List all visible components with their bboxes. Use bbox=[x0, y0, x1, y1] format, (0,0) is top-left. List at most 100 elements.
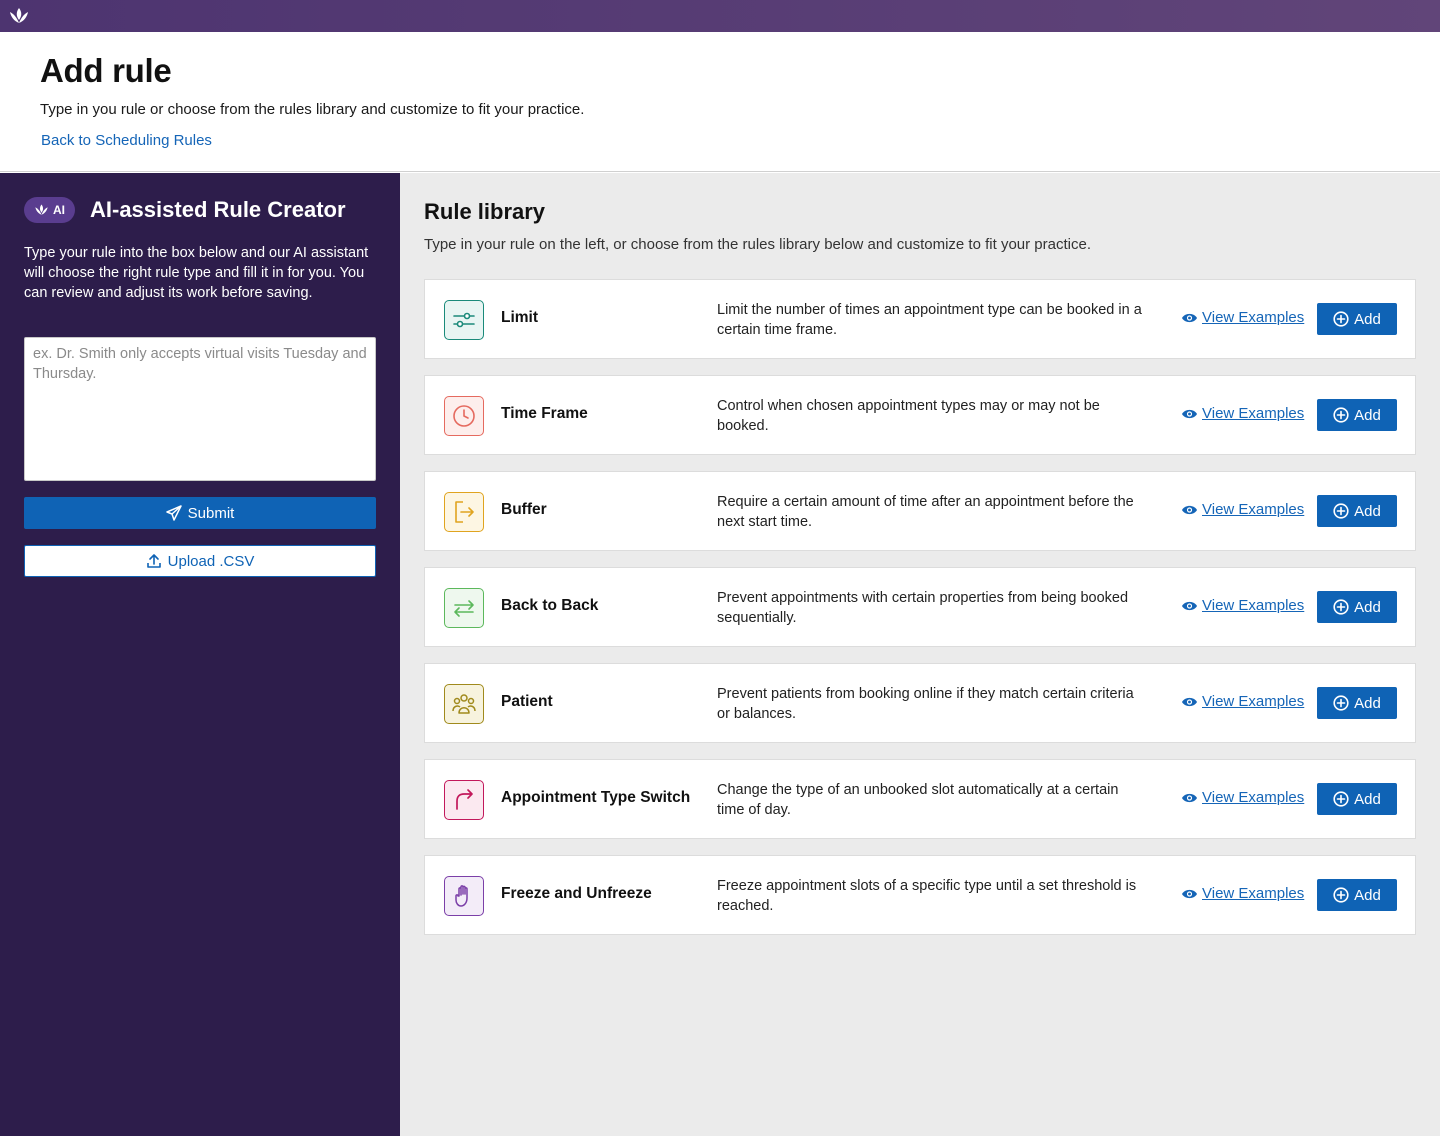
page-subtitle: Type in you rule or choose from the rule… bbox=[40, 101, 585, 118]
ai-badge: AI bbox=[24, 197, 75, 223]
view-examples-label: View Examples bbox=[1202, 405, 1305, 422]
rule-card-limit: Limit Limit the number of times an appoi… bbox=[424, 279, 1416, 359]
rule-card-buffer: Buffer Require a certain amount of time … bbox=[424, 471, 1416, 551]
add-rule-button-buffer[interactable]: Add bbox=[1317, 495, 1397, 527]
rule-card-appointment-type-switch: Appointment Type Switch Change the type … bbox=[424, 759, 1416, 839]
rule-card-back-to-back: Back to Back Prevent appointments with c… bbox=[424, 567, 1416, 647]
view-examples-link-time-frame[interactable]: View Examples bbox=[1181, 405, 1304, 422]
rule-icon-box bbox=[444, 876, 484, 916]
add-label: Add bbox=[1354, 790, 1381, 808]
paper-plane-icon bbox=[165, 505, 182, 521]
rule-icon-box bbox=[444, 300, 484, 340]
rule-icon-box bbox=[444, 780, 484, 820]
add-rule-button-appointment-type-switch[interactable]: Add bbox=[1317, 783, 1397, 815]
lotus-icon bbox=[35, 204, 48, 215]
view-examples-link-appointment-type-switch[interactable]: View Examples bbox=[1181, 789, 1304, 806]
upload-csv-label: Upload .CSV bbox=[167, 552, 255, 570]
rule-title: Buffer bbox=[501, 501, 547, 518]
add-label: Add bbox=[1354, 886, 1381, 904]
back-to-scheduling-rules-link[interactable]: Back to Scheduling Rules bbox=[41, 132, 212, 149]
add-rule-button-back-to-back[interactable]: Add bbox=[1317, 591, 1397, 623]
eye-icon bbox=[1182, 697, 1197, 706]
rule-library-title: Rule library bbox=[424, 199, 546, 224]
plus-circle-icon bbox=[1333, 407, 1349, 423]
eye-icon bbox=[1182, 409, 1197, 418]
submit-button[interactable]: Submit bbox=[24, 497, 376, 529]
rule-list: Limit Limit the number of times an appoi… bbox=[424, 279, 1416, 951]
view-examples-link-freeze-and-unfreeze[interactable]: View Examples bbox=[1181, 885, 1304, 902]
add-label: Add bbox=[1354, 502, 1381, 520]
add-label: Add bbox=[1354, 598, 1381, 616]
ai-panel-description: Type your rule into the box below and ou… bbox=[24, 245, 369, 301]
rule-library-panel: Rule library Type in your rule on the le… bbox=[400, 173, 1440, 1136]
people-icon bbox=[452, 694, 476, 714]
exit-icon bbox=[455, 501, 474, 523]
redirect-arrow-icon bbox=[456, 789, 473, 810]
upload-icon bbox=[146, 554, 161, 568]
eye-icon bbox=[1182, 889, 1197, 898]
view-examples-label: View Examples bbox=[1202, 789, 1305, 806]
view-examples-label: View Examples bbox=[1202, 885, 1305, 902]
ai-panel-title: AI-assisted Rule Creator bbox=[90, 197, 346, 222]
rule-description: Change the type of an unbooked slot auto… bbox=[717, 782, 1119, 818]
rule-library-description: Type in your rule on the left, or choose… bbox=[424, 236, 1091, 253]
view-examples-label: View Examples bbox=[1202, 501, 1305, 518]
view-examples-link-back-to-back[interactable]: View Examples bbox=[1181, 597, 1304, 614]
hand-icon bbox=[455, 885, 468, 907]
add-label: Add bbox=[1354, 406, 1381, 424]
rule-title: Patient bbox=[501, 693, 553, 710]
rule-title: Back to Back bbox=[501, 597, 599, 614]
view-examples-link-buffer[interactable]: View Examples bbox=[1181, 501, 1304, 518]
plus-circle-icon bbox=[1333, 887, 1349, 903]
view-examples-label: View Examples bbox=[1202, 597, 1305, 614]
add-label: Add bbox=[1354, 694, 1381, 712]
add-rule-button-patient[interactable]: Add bbox=[1317, 687, 1397, 719]
submit-button-label: Submit bbox=[187, 504, 235, 522]
ai-rule-creator-panel: AI AI-assisted Rule Creator Type your ru… bbox=[0, 173, 400, 1136]
rule-description: Limit the number of times an appointment… bbox=[717, 302, 1142, 338]
rule-description: Control when chosen appointment types ma… bbox=[717, 398, 1100, 434]
plus-circle-icon bbox=[1333, 695, 1349, 711]
view-examples-link-limit[interactable]: View Examples bbox=[1181, 309, 1304, 326]
eye-icon bbox=[1182, 505, 1197, 514]
rule-input[interactable] bbox=[24, 337, 376, 481]
rule-icon-box bbox=[444, 684, 484, 724]
rule-title: Freeze and Unfreeze bbox=[501, 885, 652, 902]
rule-title: Limit bbox=[501, 309, 539, 326]
clock-icon bbox=[453, 405, 475, 427]
add-rule-button-freeze-and-unfreeze[interactable]: Add bbox=[1317, 879, 1397, 911]
rule-description: Freeze appointment slots of a specific t… bbox=[717, 878, 1137, 914]
swap-arrows-icon bbox=[454, 600, 474, 617]
ai-badge-label: AI bbox=[53, 203, 65, 217]
sliders-icon bbox=[453, 312, 475, 328]
add-rule-button-time-frame[interactable]: Add bbox=[1317, 399, 1397, 431]
view-examples-link-patient[interactable]: View Examples bbox=[1181, 693, 1304, 710]
page-header: Add rule Type in you rule or choose from… bbox=[0, 32, 1440, 172]
view-examples-label: View Examples bbox=[1202, 309, 1305, 326]
rule-description: Require a certain amount of time after a… bbox=[717, 494, 1134, 530]
rule-title: Appointment Type Switch bbox=[501, 789, 691, 806]
rule-description: Prevent appointments with certain proper… bbox=[717, 590, 1129, 626]
eye-icon bbox=[1182, 313, 1197, 322]
page-title: Add rule bbox=[40, 52, 172, 89]
plus-circle-icon bbox=[1333, 311, 1349, 327]
rule-icon-box bbox=[444, 588, 484, 628]
plus-circle-icon bbox=[1333, 599, 1349, 615]
rule-title: Time Frame bbox=[501, 405, 588, 422]
add-label: Add bbox=[1354, 310, 1381, 328]
plus-circle-icon bbox=[1333, 503, 1349, 519]
eye-icon bbox=[1182, 793, 1197, 802]
add-rule-button-limit[interactable]: Add bbox=[1317, 303, 1397, 335]
rule-icon-box bbox=[444, 492, 484, 532]
upload-csv-button[interactable]: Upload .CSV bbox=[24, 545, 376, 577]
rule-card-time-frame: Time Frame Control when chosen appointme… bbox=[424, 375, 1416, 455]
rule-icon-box bbox=[444, 396, 484, 436]
rule-description: Prevent patients from booking online if … bbox=[717, 686, 1134, 722]
rule-card-freeze-and-unfreeze: Freeze and Unfreeze Freeze appointment s… bbox=[424, 855, 1416, 935]
plus-circle-icon bbox=[1333, 791, 1349, 807]
eye-icon bbox=[1182, 601, 1197, 610]
lotus-logo-icon[interactable] bbox=[8, 6, 30, 26]
top-bar bbox=[0, 0, 1440, 32]
rule-card-patient: Patient Prevent patients from booking on… bbox=[424, 663, 1416, 743]
view-examples-label: View Examples bbox=[1202, 693, 1305, 710]
